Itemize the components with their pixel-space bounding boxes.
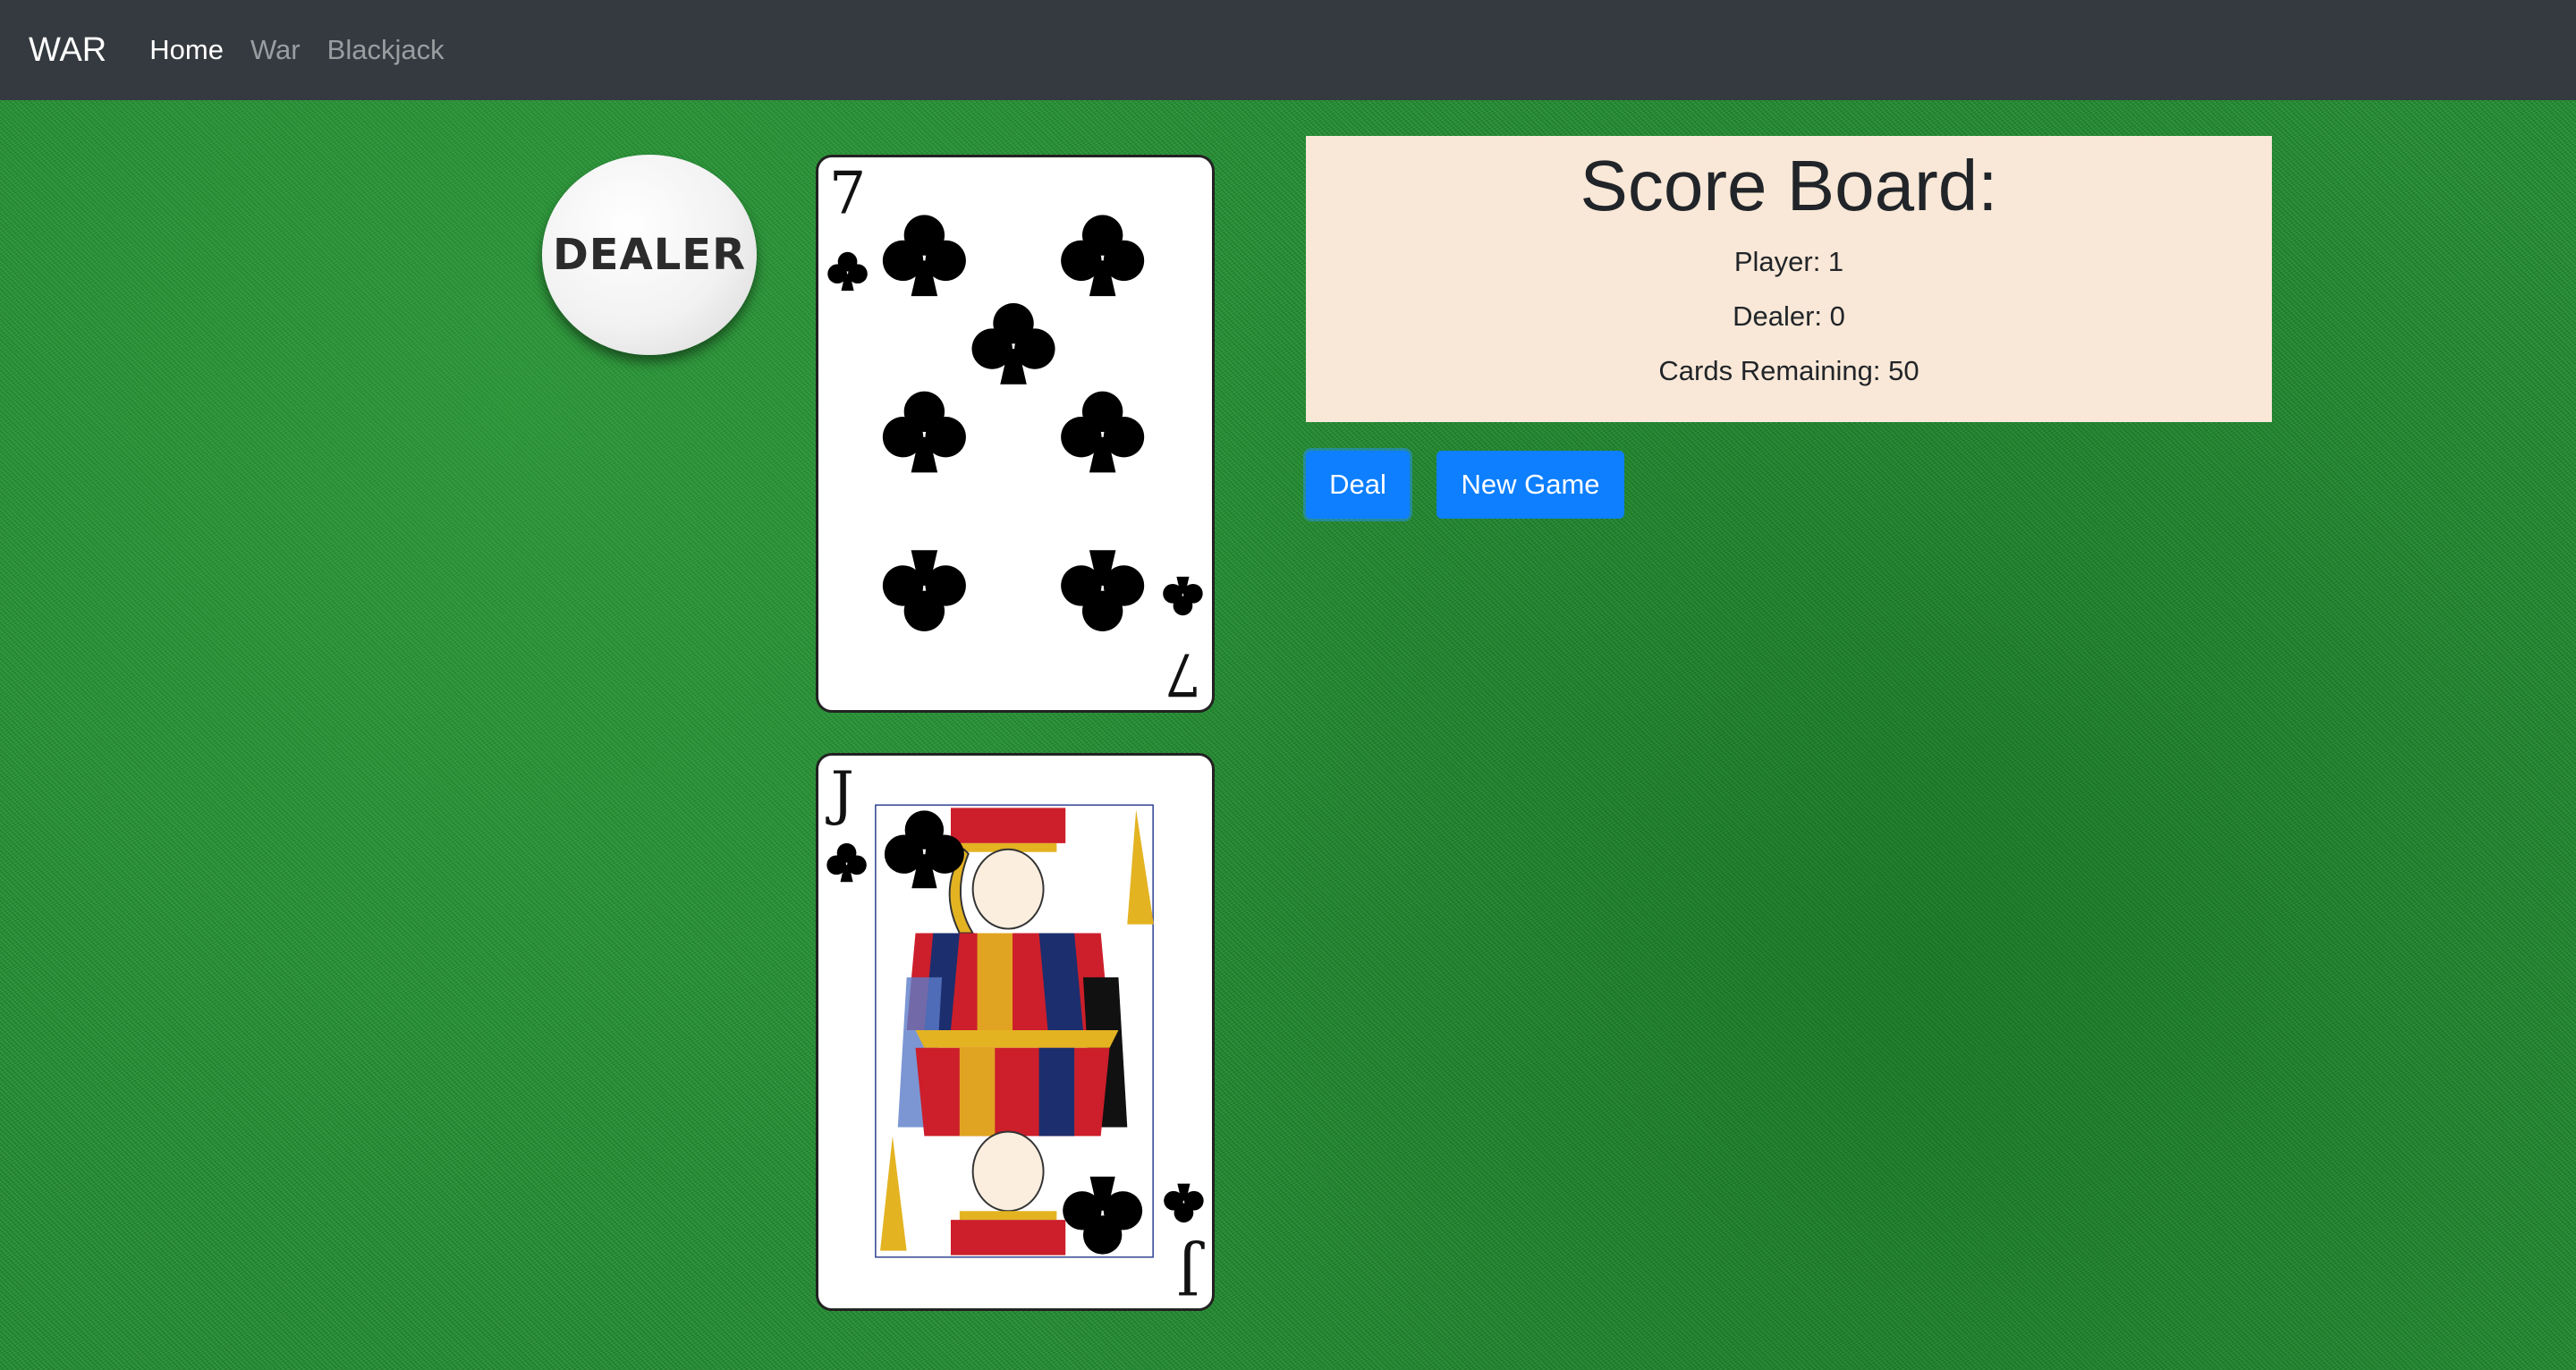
cards-remaining: Cards Remaining: 50 [1658,355,1919,387]
club-icon [882,550,966,631]
scoreboard: Score Board: Player: 1 Dealer: 0 Cards R… [1306,136,2272,422]
new-game-button[interactable]: New Game [1436,451,1624,519]
club-icon [882,215,966,297]
brand-logo[interactable]: WAR [29,31,106,70]
club-icon [1061,391,1145,473]
jack-of-clubs-card-art: J J [826,760,1205,1306]
card-rank-top: J [826,760,854,827]
scoreboard-title: Score Board: [1580,146,1998,225]
club-icon [882,391,966,473]
dealer-score: Dealer: 0 [1733,300,1845,333]
card-rank-bottom: J [1176,1239,1205,1306]
club-icon [1061,215,1145,297]
card-rank-bottom: 7 [1165,640,1201,707]
player-card: J J [816,753,1215,1311]
club-icon [826,842,867,883]
dealer-card: 7 7 [816,155,1215,713]
seven-of-clubs-card-art: 7 7 [827,160,1203,707]
club-icon [971,302,1055,385]
navbar: WAR Home War Blackjack [0,0,2576,100]
nav-link-home[interactable]: Home [149,34,224,66]
card-rank-top: 7 [829,160,866,227]
deal-button[interactable]: Deal [1306,451,1410,519]
nav-link-war[interactable]: War [250,34,301,66]
dealer-chip-label: DEALER [552,230,747,280]
club-icon [1164,1183,1204,1223]
club-icon [827,251,868,292]
nav-link-blackjack[interactable]: Blackjack [327,34,445,66]
club-icon [1163,576,1203,616]
player-score: Player: 1 [1733,246,1844,277]
club-icon [1061,550,1145,631]
dealer-chip: DEALER [542,155,757,355]
